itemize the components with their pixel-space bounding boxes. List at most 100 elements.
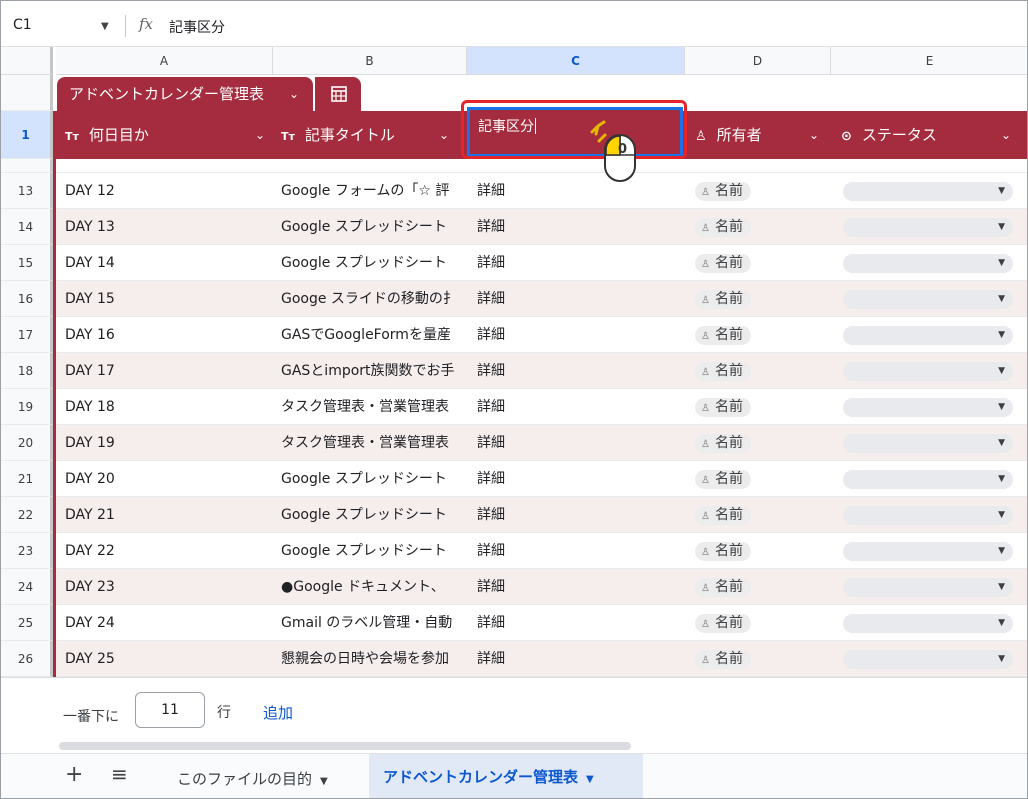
cell-day[interactable]: DAY 18 [65,389,265,425]
cell-title[interactable]: 懇親会の日時や会場を参加 [281,641,467,677]
cell-kind[interactable]: 詳細 [477,605,677,641]
cell-kind[interactable]: 詳細 [477,533,677,569]
add-sheet-button[interactable]: + [65,762,83,787]
owner-chip[interactable]: ♙ 名前 [695,650,751,669]
status-dropdown[interactable]: ▼ [843,434,1013,453]
cell-title[interactable]: Google スプレッドシート [281,209,467,245]
sheet-tab-purpose[interactable]: このファイルの目的 ▼ [177,768,328,789]
cell-day[interactable]: DAY 24 [65,605,265,641]
cell-title[interactable]: Googe スライドの移動の扌 [281,281,467,317]
horizontal-scrollbar[interactable] [57,741,1027,753]
header-kind-edit-cell[interactable]: 記事区分 [467,107,683,157]
name-box[interactable]: C1 [13,17,32,33]
row-number[interactable]: 15 [1,245,53,281]
add-rows-count-input[interactable]: 11 [135,692,205,728]
all-sheets-menu-button[interactable]: ≡ [111,762,128,786]
sheet-tab-advent-calendar[interactable]: アドベントカレンダー管理表 ▼ [369,754,643,798]
header-status[interactable]: ⊙ ステータス ⌄ [841,111,1027,159]
row-number[interactable]: 13 [1,173,53,209]
cell-day[interactable]: DAY 17 [65,353,265,389]
cell-day[interactable]: DAY 22 [65,533,265,569]
add-rows-button[interactable]: 追加 [263,702,293,723]
status-dropdown[interactable]: ▼ [843,254,1013,273]
cell-kind[interactable]: 詳細 [477,317,677,353]
cell-day[interactable]: DAY 14 [65,245,265,281]
cell-kind[interactable]: 詳細 [477,461,677,497]
cell-kind[interactable]: 詳細 [477,641,677,677]
column-header-e[interactable]: E [831,47,1027,75]
row-number[interactable]: 16 [1,281,53,317]
owner-chip[interactable]: ♙ 名前 [695,398,751,417]
cell-title[interactable]: GASでGoogleFormを量産 [281,317,467,353]
cell-kind[interactable]: 詳細 [477,245,677,281]
cell-day[interactable]: DAY 19 [65,425,265,461]
select-all-corner[interactable] [1,47,53,75]
cell-title[interactable]: Google スプレッドシート [281,533,467,569]
column-header-a[interactable]: A [56,47,273,75]
table-name-chip[interactable]: アドベントカレンダー管理表 ⌄ [57,77,313,111]
owner-chip[interactable]: ♙ 名前 [695,362,751,381]
owner-chip[interactable]: ♙ 名前 [695,614,751,633]
cell-kind[interactable]: 詳細 [477,389,677,425]
status-dropdown[interactable]: ▼ [843,362,1013,381]
cell-day[interactable]: DAY 12 [65,173,265,209]
row-number[interactable]: 17 [1,317,53,353]
owner-chip[interactable]: ♙ 名前 [695,326,751,345]
status-dropdown[interactable]: ▼ [843,614,1013,633]
cell-day[interactable]: DAY 15 [65,281,265,317]
row-number[interactable]: 21 [1,461,53,497]
status-dropdown[interactable]: ▼ [843,542,1013,561]
row-number-1[interactable]: 1 [1,111,53,159]
cell-day[interactable]: DAY 13 [65,209,265,245]
cell-title[interactable]: Google スプレッドシート [281,497,467,533]
row-number[interactable]: 23 [1,533,53,569]
owner-chip[interactable]: ♙ 名前 [695,182,751,201]
column-header-c[interactable]: C [467,47,685,75]
cell-kind[interactable]: 詳細 [477,209,677,245]
cell-day[interactable]: DAY 20 [65,461,265,497]
chevron-down-icon[interactable]: ⌄ [809,111,819,159]
row-number[interactable]: 19 [1,389,53,425]
owner-chip[interactable]: ♙ 名前 [695,254,751,273]
scrollbar-thumb[interactable] [59,742,631,750]
status-dropdown[interactable]: ▼ [843,326,1013,345]
name-box-dropdown-icon[interactable]: ▼ [101,21,109,32]
row-number[interactable]: 26 [1,641,53,677]
status-dropdown[interactable]: ▼ [843,470,1013,489]
cell-day[interactable]: DAY 25 [65,641,265,677]
owner-chip[interactable]: ♙ 名前 [695,434,751,453]
cell-title[interactable]: Google フォームの「☆ 評 [281,173,467,209]
cell-title[interactable]: Google スプレッドシート [281,245,467,281]
owner-chip[interactable]: ♙ 名前 [695,578,751,597]
cell-title[interactable]: ●Google ドキュメント、 [281,569,467,605]
cell-kind[interactable]: 詳細 [477,425,677,461]
formula-input[interactable]: 記事区分 [169,17,225,37]
owner-chip[interactable]: ♙ 名前 [695,542,751,561]
status-dropdown[interactable]: ▼ [843,290,1013,309]
column-header-d[interactable]: D [685,47,831,75]
column-header-b[interactable]: B [273,47,467,75]
status-dropdown[interactable]: ▼ [843,650,1013,669]
owner-chip[interactable]: ♙ 名前 [695,470,751,489]
cell-day[interactable]: DAY 16 [65,317,265,353]
status-dropdown[interactable]: ▼ [843,182,1013,201]
row-number[interactable]: 20 [1,425,53,461]
cell-title[interactable]: タスク管理表・営業管理表 [281,425,467,461]
cell-day[interactable]: DAY 23 [65,569,265,605]
cell-kind[interactable]: 詳細 [477,497,677,533]
table-view-button[interactable] [315,77,361,111]
header-kind-input[interactable]: 記事区分 [478,119,534,135]
status-dropdown[interactable]: ▼ [843,506,1013,525]
chevron-down-icon[interactable]: ⌄ [439,111,449,159]
row-number[interactable]: 18 [1,353,53,389]
owner-chip[interactable]: ♙ 名前 [695,218,751,237]
header-title[interactable]: Tт 記事タイトル ⌄ [281,111,467,159]
row-number[interactable]: 14 [1,209,53,245]
chevron-down-icon[interactable]: ⌄ [1001,111,1011,159]
cell-day[interactable]: DAY 21 [65,497,265,533]
cell-title[interactable]: Gmail のラベル管理・自動 [281,605,467,641]
status-dropdown[interactable]: ▼ [843,218,1013,237]
cell-kind[interactable]: 詳細 [477,353,677,389]
header-owner[interactable]: ♙ 所有者 ⌄ [695,111,841,159]
cell-kind[interactable]: 詳細 [477,569,677,605]
